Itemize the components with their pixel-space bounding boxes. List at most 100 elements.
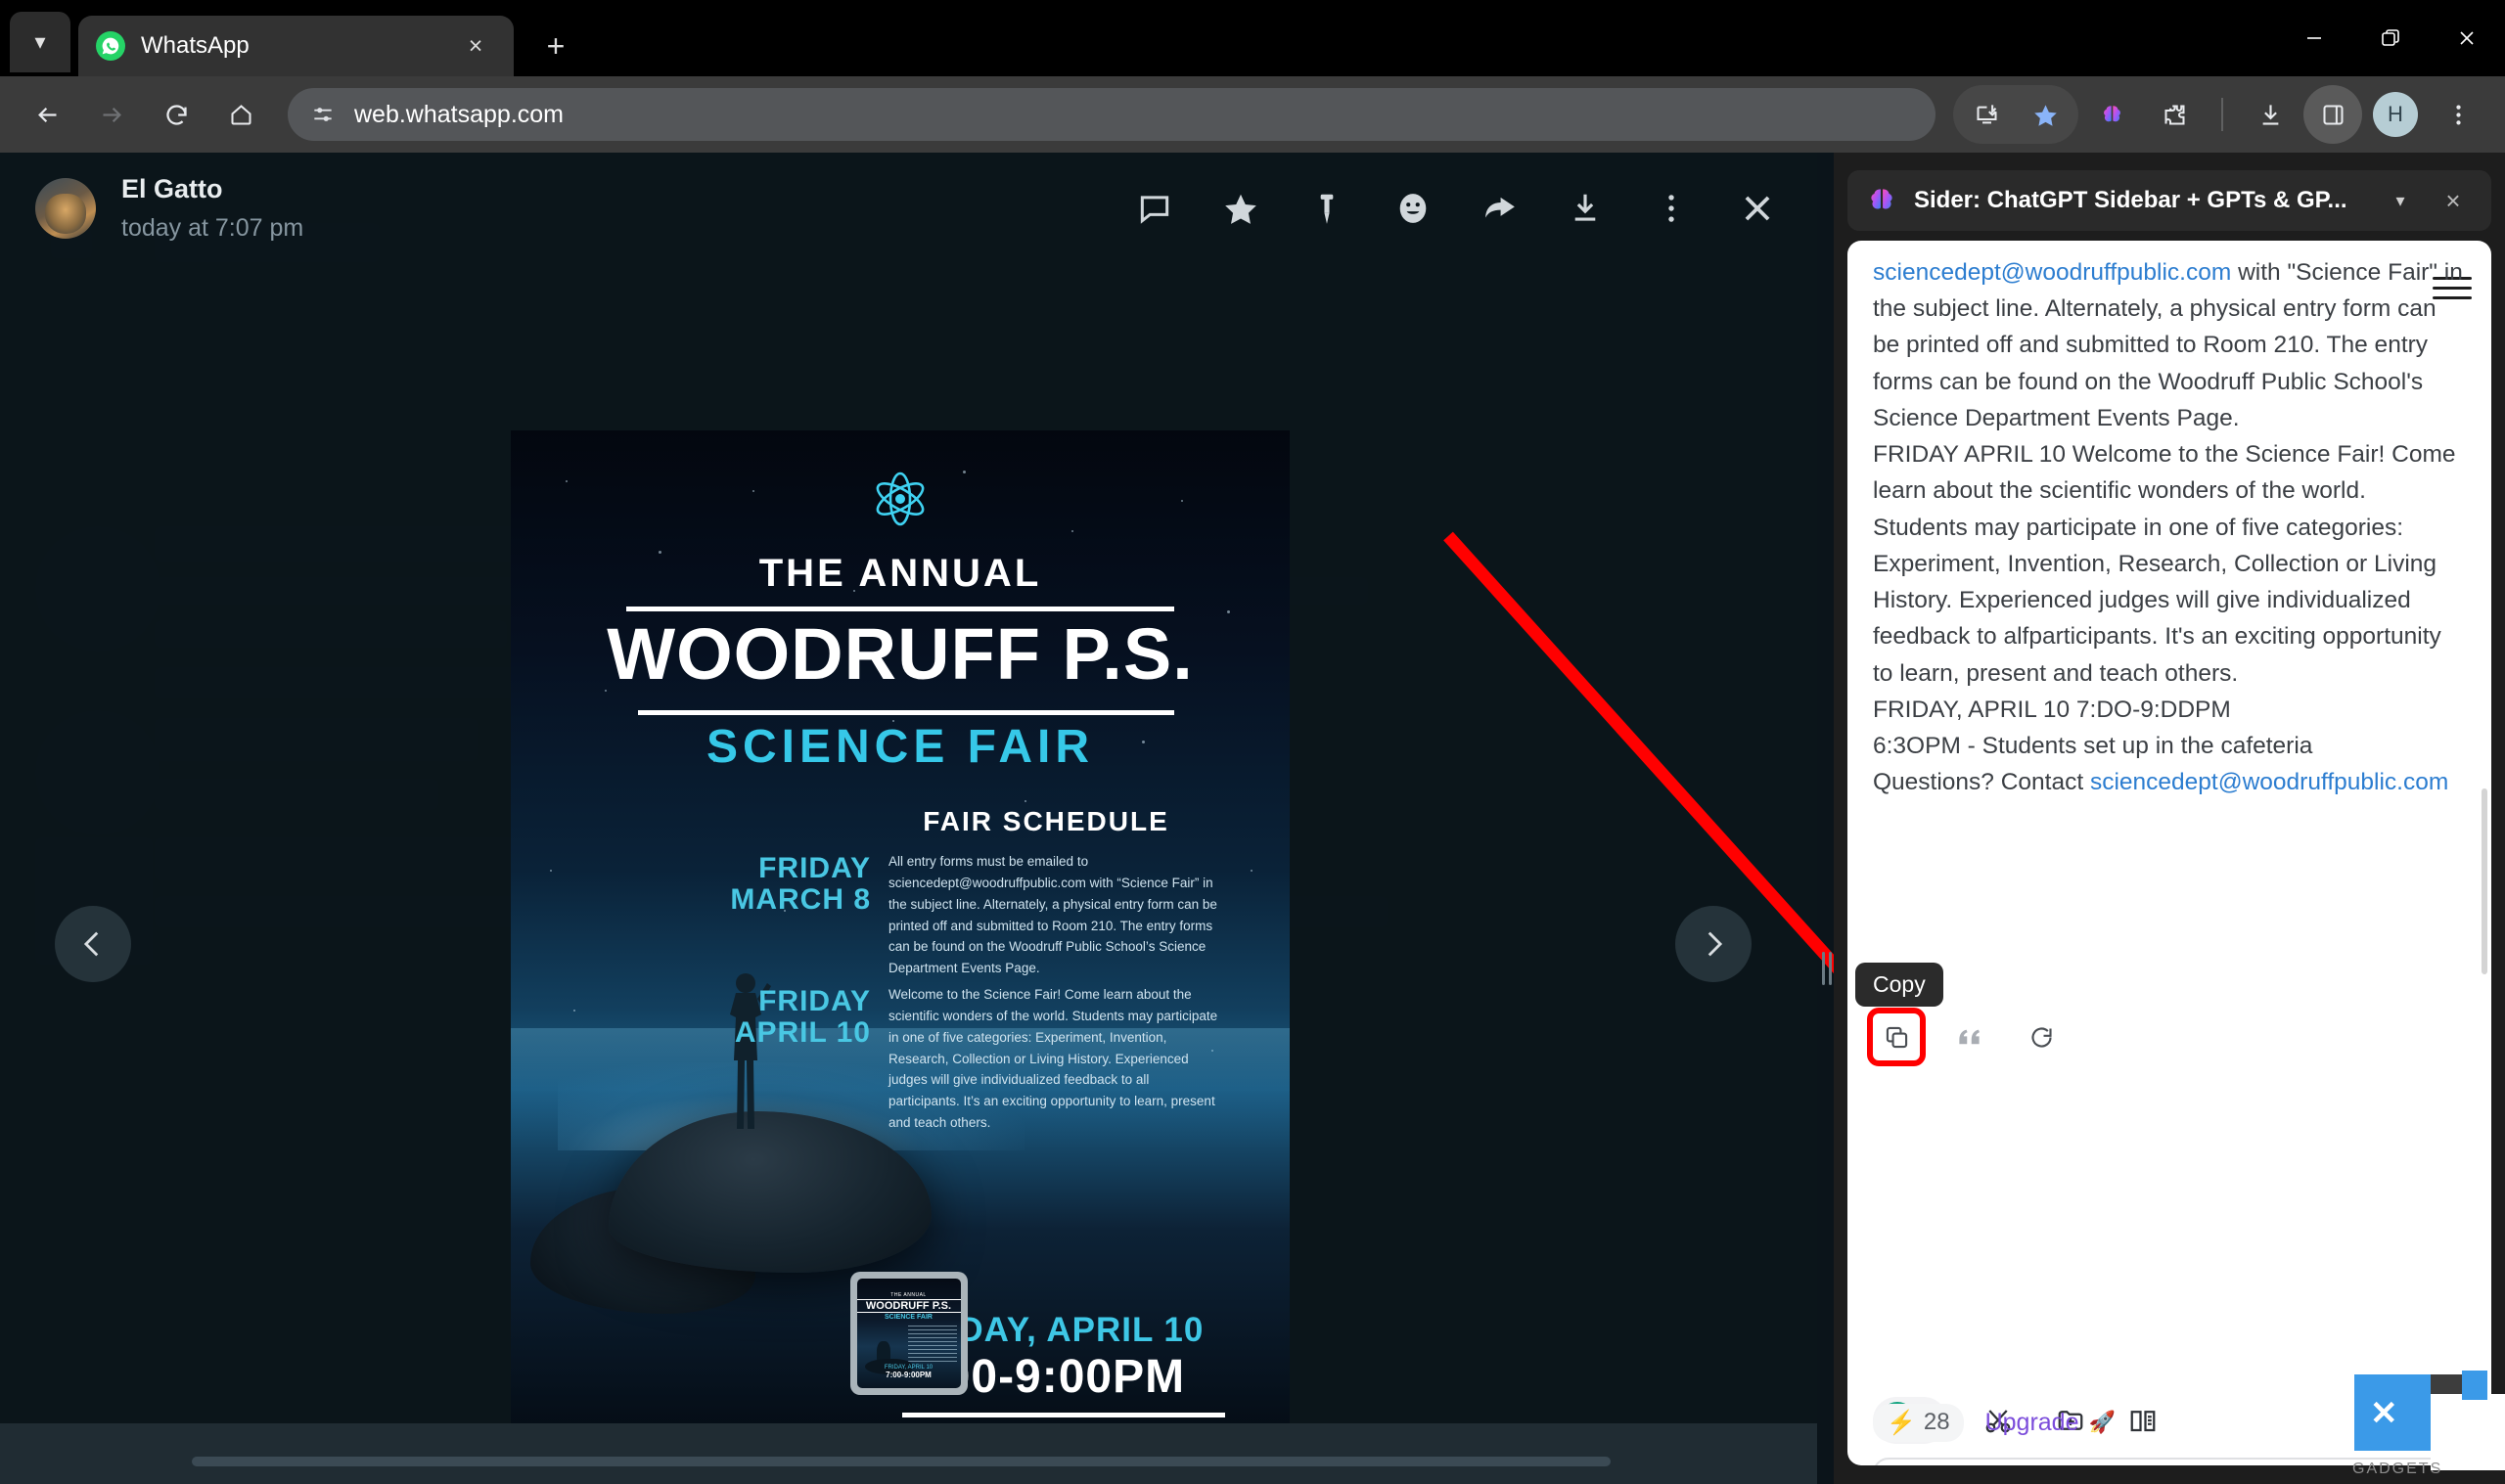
address-bar[interactable]: web.whatsapp.com — [288, 88, 1936, 141]
regenerate-button[interactable] — [2018, 1013, 2065, 1060]
sender-name: El Gatto — [121, 174, 223, 203]
browser-tab-whatsapp[interactable]: WhatsApp × — [78, 16, 514, 76]
message-action-row — [1867, 1008, 2065, 1066]
brain-icon[interactable] — [2082, 85, 2141, 144]
credits-count: 28 — [1923, 1409, 1950, 1435]
assistant-message: sciencedept@woodruffpublic.com with "Sci… — [1873, 254, 2466, 801]
chevron-down-icon: ▾ — [34, 29, 46, 54]
poster-entry-date-2: FRIDAY APRIL 10 — [734, 985, 871, 1049]
extensions-puzzle-icon[interactable] — [2145, 85, 2204, 144]
poster-event-title: SCIENCE FAIR — [706, 721, 1095, 773]
sider-sidebar: Sider: ChatGPT Sidebar + GPTs & GP... ▾ … — [1834, 153, 2505, 1484]
sider-header: Sider: ChatGPT Sidebar + GPTs & GP... ▾ … — [1847, 170, 2491, 231]
url-text: web.whatsapp.com — [354, 100, 565, 128]
chat-message-scroll[interactable]: sciencedept@woodruffpublic.com with "Sci… — [1847, 241, 2491, 1121]
copy-button[interactable] — [1867, 1008, 1926, 1066]
close-icon[interactable]: × — [2433, 186, 2474, 216]
avatar[interactable]: H — [2366, 85, 2425, 144]
tab-close-icon[interactable]: × — [455, 25, 496, 67]
message-paragraph-3: FRIDAY, APRIL 10 7:DO-9:DDPM — [1873, 696, 2231, 723]
back-arrow-icon[interactable] — [18, 85, 76, 144]
x-logo-icon: ✕ — [2370, 1395, 2398, 1432]
atom-icon — [876, 472, 925, 526]
gadgets-watermark: ✕ GADGETS — [2329, 1369, 2505, 1484]
side-panel-icon[interactable] — [2303, 85, 2362, 144]
tab-search-button[interactable]: ▾ — [10, 12, 70, 72]
sider-panel: sciencedept@woodruffpublic.com with "Sci… — [1847, 241, 2491, 1465]
poster-kicker: THE ANNUAL — [758, 552, 1042, 595]
chevron-down-icon[interactable]: ▾ — [2384, 191, 2417, 211]
email-link-head[interactable]: sciencedept@woodruffpublic.com — [1873, 259, 2231, 286]
pin-icon[interactable] — [1302, 184, 1351, 233]
forward-arrow-icon[interactable] — [82, 85, 141, 144]
copy-icon — [1886, 1026, 1907, 1048]
forward-icon[interactable] — [1475, 184, 1524, 233]
reply-icon[interactable] — [1130, 184, 1179, 233]
site-settings-icon[interactable] — [309, 101, 337, 128]
omnibox-actions-pill — [1953, 85, 2078, 144]
browser-title-bar: ▾ WhatsApp × + — [0, 0, 2505, 76]
media-viewer-header: El Gatto today at 7:07 pm — [0, 160, 1817, 256]
close-icon[interactable] — [1733, 184, 1782, 233]
email-link-tail[interactable]: sciencedept@woodruffpublic.com — [2090, 769, 2448, 795]
rocket-icon: 🚀 — [2088, 1410, 2116, 1434]
three-dot-menu-icon[interactable] — [2429, 85, 2487, 144]
poster-entry-body-1: All entry forms must be emailed to scien… — [888, 854, 1217, 976]
brain-icon — [1871, 189, 1892, 209]
credits-badge[interactable]: ⚡ 28 — [1873, 1403, 1964, 1442]
watermark-label: GADGETS — [2352, 1461, 2443, 1477]
message-paragraph-5: Questions? Contact — [1873, 769, 2090, 796]
sider-extension-title: Sider: ChatGPT Sidebar + GPTs & GP... — [1914, 187, 2347, 213]
star-icon[interactable] — [1216, 184, 1265, 233]
lightning-bolt-icon: ⚡ — [1887, 1409, 1916, 1436]
media-viewer-tools — [1130, 184, 1782, 233]
poster-entry-date-1: FRIDAY MARCH 8 — [730, 852, 871, 916]
profile-initial: H — [2373, 92, 2418, 137]
media-thumbnail-image: THE ANNUAL WOODRUFF P.S. SCIENCE FAIR FR… — [856, 1278, 961, 1388]
upgrade-label: Upgrade — [1984, 1408, 2079, 1436]
reload-icon[interactable] — [147, 85, 205, 144]
toolbar-divider — [2221, 98, 2223, 131]
quote-button[interactable] — [1945, 1013, 1992, 1060]
home-icon[interactable] — [211, 85, 270, 144]
toolbar-actions: H — [1953, 85, 2487, 144]
download-icon[interactable] — [2241, 85, 2300, 144]
horizontal-scrollbar[interactable] — [192, 1457, 1611, 1466]
media-viewer-footer — [0, 1423, 1817, 1484]
upgrade-button[interactable]: Upgrade 🚀 — [1985, 1409, 2116, 1437]
minimize-icon[interactable] — [2276, 0, 2352, 76]
new-tab-button[interactable]: + — [535, 25, 576, 67]
install-app-icon[interactable] — [1957, 85, 2016, 144]
refresh-icon — [2031, 1026, 2052, 1048]
poster-rule-bottom — [638, 710, 1174, 715]
window-controls — [2276, 0, 2505, 76]
media-thumbnail[interactable]: THE ANNUAL WOODRUFF P.S. SCIENCE FAIR FR… — [849, 1271, 968, 1395]
message-paragraph-4: 6:3OPM - Students set up in the cafeteri… — [1873, 733, 2313, 760]
message-paragraph-2: FRIDAY APRIL 10 Welcome to the Science F… — [1873, 441, 2456, 687]
previous-media-button[interactable] — [55, 906, 131, 982]
download-icon[interactable] — [1561, 184, 1610, 233]
contact-avatar — [35, 178, 96, 239]
whatsapp-icon — [96, 31, 125, 61]
poster-school-title: WOODRUFF P.S. — [607, 613, 1194, 695]
browser-toolbar: web.whatsapp.com H — [0, 76, 2505, 153]
chat-scrollbar-thumb[interactable] — [2482, 788, 2487, 974]
media-viewer-meta: El Gatto today at 7:07 pm — [121, 174, 303, 243]
copy-tooltip: Copy — [1855, 963, 1943, 1007]
react-emoji-icon[interactable] — [1389, 184, 1437, 233]
panel-resize-handle[interactable] — [1820, 950, 1834, 987]
media-thumbnail-strip: THE ANNUAL WOODRUFF P.S. SCIENCE FAIR FR… — [0, 1252, 1817, 1414]
tab-title: WhatsApp — [141, 32, 250, 59]
star-icon[interactable] — [2016, 85, 2074, 144]
poster-rule-top — [626, 607, 1174, 611]
restore-icon[interactable] — [2352, 0, 2429, 76]
next-media-button[interactable] — [1675, 906, 1752, 982]
media-viewer: El Gatto today at 7:07 pm THE ANNUAL WOO… — [0, 153, 1817, 1484]
poster-schedule-heading: FAIR SCHEDULE — [923, 806, 1169, 836]
close-icon[interactable] — [2429, 0, 2505, 76]
sent-timestamp: today at 7:07 pm — [121, 214, 304, 242]
poster-entry-body-2: Welcome to the Science Fair! Come learn … — [888, 987, 1218, 1131]
app-window: ▾ WhatsApp × + web.whatsapp.com H El Gat… — [0, 0, 2505, 1484]
more-menu-icon[interactable] — [1647, 184, 1696, 233]
quote-icon — [1958, 1029, 1980, 1044]
